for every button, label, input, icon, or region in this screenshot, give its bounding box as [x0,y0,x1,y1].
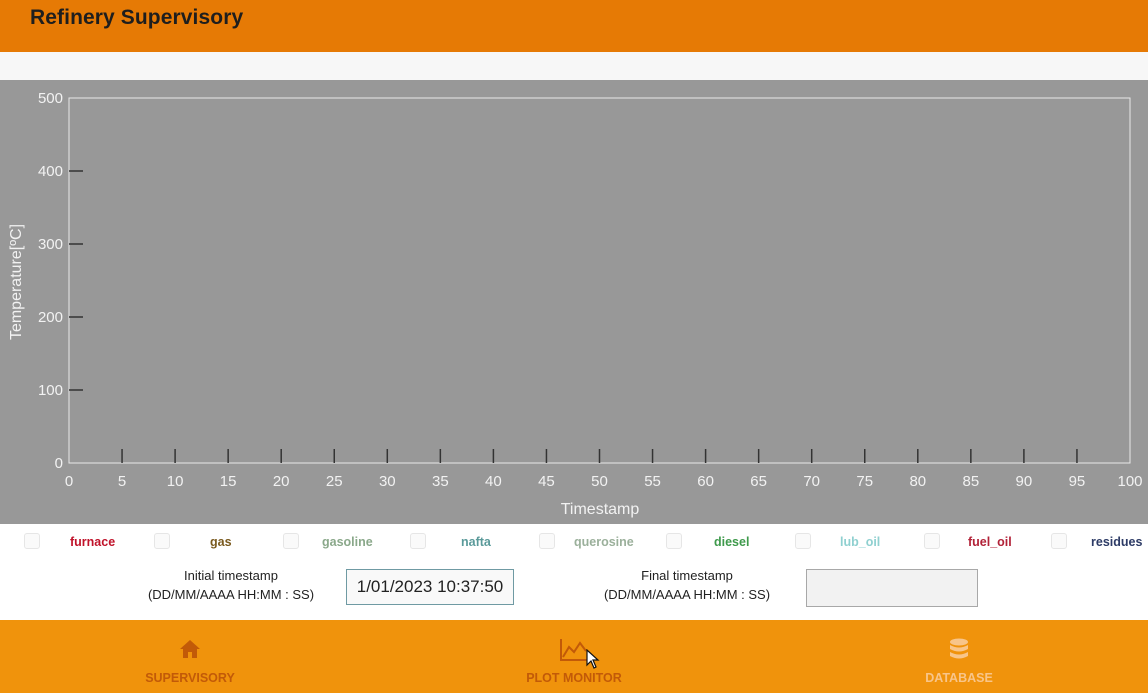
y-tick-label: 300 [38,236,63,253]
legend-label-furnace[interactable]: furnace [70,535,115,549]
legend-label-gasoline[interactable]: gasoline [322,535,373,549]
y-axis-label: Temperature[ºC] [8,224,25,340]
legend-toggle-gasoline[interactable] [283,533,299,549]
line-chart-icon [560,639,587,661]
x-tick-label: 10 [167,473,184,490]
bottom-navigation: SUPERVISORY PLOT MONITOR DATABASE [0,620,1148,693]
x-tick-label: 55 [644,473,661,490]
plot-frame [68,97,1131,464]
legend-toggle-furnace[interactable] [24,533,40,549]
legend-toggle-fuel_oil[interactable] [924,533,940,549]
x-tick-label: 20 [273,473,290,490]
x-tick-label: 45 [538,473,555,490]
initial-timestamp-input[interactable] [346,569,514,605]
final-timestamp-title: Final timestamp [641,568,733,583]
x-tick-label: 95 [1069,473,1086,490]
home-icon [180,640,200,658]
legend-toggle-nafta[interactable] [410,533,426,549]
legend-toggle-querosine[interactable] [539,533,555,549]
final-timestamp-label: Final timestamp (DD/MM/AAAA HH:MM : SS) [592,566,782,604]
x-tick-label: 65 [750,473,767,490]
legend-label-residues[interactable]: residues [1091,535,1142,549]
legend-label-gas[interactable]: gas [210,535,232,549]
nav-supervisory[interactable]: SUPERVISORY [110,620,270,693]
nav-database[interactable]: DATABASE [879,620,1039,693]
x-tick-label: 70 [803,473,820,490]
x-tick-label: 100 [1117,473,1142,490]
app-header: Refinery Supervisory [0,0,1148,52]
legend-toggle-residues[interactable] [1051,533,1067,549]
x-tick-label: 80 [909,473,926,490]
header-spacer [0,52,1148,80]
y-tick-label: 500 [38,90,63,107]
mouse-cursor-icon [586,649,600,669]
nav-database-label: DATABASE [925,671,993,685]
temperature-chart: 0 5 10 15 20 25 30 35 40 45 50 55 60 65 70 75 80 85 90 95 10… [8,90,1143,518]
x-axis-label: Timestamp [561,501,640,518]
legend-label-diesel[interactable]: diesel [714,535,749,549]
legend-toggle-lub_oil[interactable] [795,533,811,549]
y-tick-label: 100 [38,382,63,399]
x-tick-label: 30 [379,473,396,490]
x-tick-label: 35 [432,473,449,490]
x-tick-label: 75 [856,473,873,490]
legend-toggle-diesel[interactable] [666,533,682,549]
x-tick-label: 15 [220,473,237,490]
nav-plot-monitor[interactable]: PLOT MONITOR [494,620,654,693]
nav-plot-monitor-label: PLOT MONITOR [526,671,622,685]
legend-label-querosine[interactable]: querosine [574,535,634,549]
final-timestamp-format: (DD/MM/AAAA HH:MM : SS) [603,587,771,602]
y-tick-label: 0 [55,455,63,472]
legend-label-nafta[interactable]: nafta [461,535,491,549]
legend-toggle-gas[interactable] [154,533,170,549]
x-tick-label: 0 [65,473,73,490]
initial-timestamp-format: (DD/MM/AAAA HH:MM : SS) [147,587,315,602]
x-tick-label: 25 [326,473,343,490]
initial-timestamp-label: Initial timestamp (DD/MM/AAAA HH:MM : SS… [136,566,326,604]
initial-timestamp-title: Initial timestamp [184,568,278,583]
legend: furnace gas gasoline nafta querosine diesel lu… [0,524,1148,560]
app-title: Refinery Supervisory [30,6,244,29]
nav-supervisory-label: SUPERVISORY [145,671,235,685]
final-timestamp-input[interactable] [806,569,978,607]
legend-label-fuel_oil[interactable]: fuel_oil [968,535,1012,549]
x-tick-label: 5 [118,473,126,490]
database-icon [950,638,968,659]
x-tick-label: 40 [485,473,502,490]
y-tick-label: 200 [38,309,63,326]
x-tick-label: 90 [1016,473,1033,490]
x-tick-label: 85 [963,473,980,490]
x-tick-label: 60 [697,473,714,490]
x-tick-label: 50 [591,473,608,490]
y-tick-label: 400 [38,163,63,180]
legend-label-lub_oil[interactable]: lub_oil [840,535,880,549]
